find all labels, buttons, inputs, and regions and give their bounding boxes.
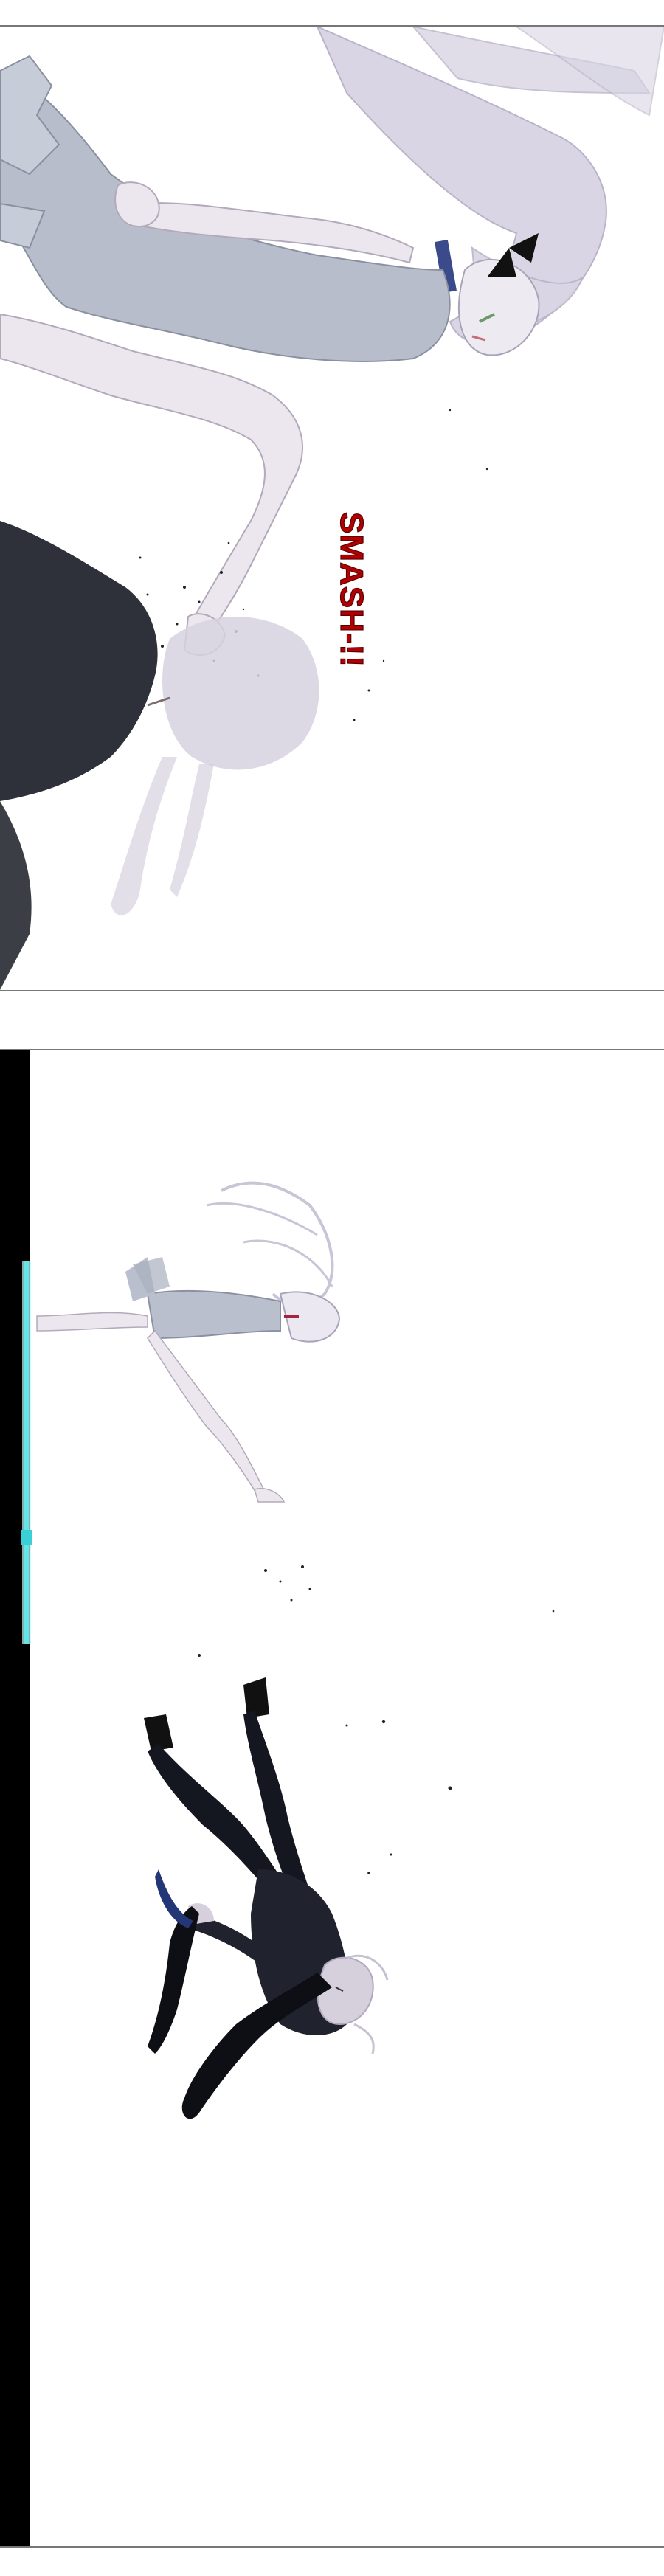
smash-sfx-text: SMASH-!! [333, 512, 370, 668]
comic-panel-impact: SMASH-!! [0, 25, 664, 991]
aftermath-illustration [21, 1181, 555, 2119]
smash-sound-effect: SMASH-!! [323, 506, 382, 676]
boy-blurred [0, 521, 319, 990]
girl-small [36, 1181, 341, 1503]
boy-falling [144, 1677, 389, 2119]
comic-panel-aftermath [0, 1049, 664, 2548]
cyan-energy-line [21, 1261, 32, 1644]
